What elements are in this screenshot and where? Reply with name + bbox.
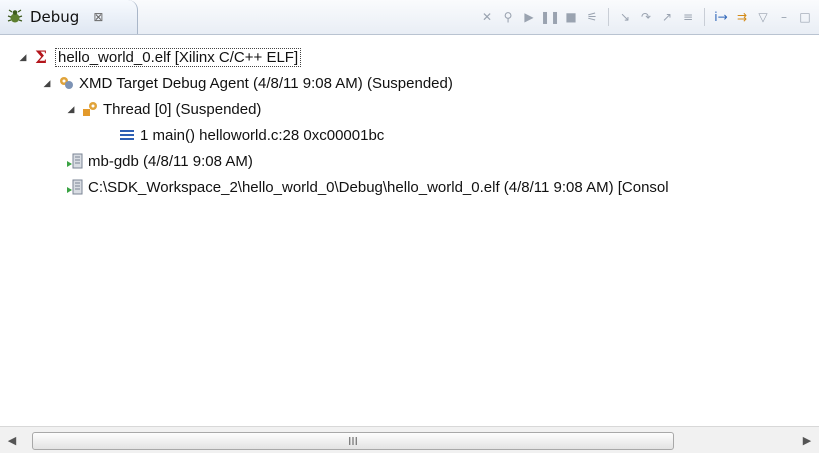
connect-icon[interactable]: ⚲ — [500, 9, 516, 25]
disconnect-icon[interactable]: ⚟ — [584, 9, 600, 25]
toolbar-separator — [608, 8, 609, 26]
tree-item-stack-frame[interactable]: 1 main() helloworld.c:28 0xc00001bc — [118, 122, 384, 148]
scroll-grip: III — [348, 434, 358, 448]
step-return-icon[interactable]: ↗ — [659, 9, 675, 25]
view-tab-bar: Debug ⊠ ✕ ⚲ ▶ ❚❚ ■ ⚟ ↘ ↷ ↗ ≡ i→ ⇉ ▽ – □ — [0, 0, 819, 35]
expand-twisty-icon[interactable]: ◢ — [66, 104, 76, 114]
tab-debug[interactable]: Debug ⊠ — [0, 0, 138, 34]
use-step-filters-icon[interactable]: ⇉ — [734, 9, 750, 25]
tree-item-label: C:\SDK_Workspace_2\hello_world_0\Debug\h… — [88, 178, 669, 196]
terminate-icon[interactable]: ■ — [563, 9, 579, 25]
tab-label: Debug — [30, 8, 80, 26]
expand-twisty-icon[interactable]: ◢ — [42, 78, 52, 88]
process-icon — [67, 153, 83, 169]
step-into-icon[interactable]: ↘ — [617, 9, 633, 25]
thread-suspended-icon — [83, 102, 97, 116]
scroll-right-icon[interactable]: ▶ — [795, 427, 819, 453]
svg-text:Σ: Σ — [35, 48, 47, 66]
resume-icon[interactable]: ▶ — [521, 9, 537, 25]
scroll-left-icon[interactable]: ◀ — [0, 427, 24, 453]
suspend-icon[interactable]: ❚❚ — [540, 9, 560, 25]
tree-item-mb-gdb[interactable]: mb-gdb (4/8/11 9:08 AM) — [66, 148, 253, 174]
view-toolbar: ✕ ⚲ ▶ ❚❚ ■ ⚟ ↘ ↷ ↗ ≡ i→ ⇉ ▽ – □ — [479, 6, 813, 28]
horizontal-scrollbar[interactable]: ◀ III ▶ — [0, 426, 819, 453]
instruction-stepping-icon[interactable]: i→ — [713, 9, 729, 25]
tree-item-elf-process[interactable]: C:\SDK_Workspace_2\hello_world_0\Debug\h… — [66, 174, 669, 200]
scroll-thumb[interactable]: III — [32, 432, 674, 450]
xilinx-sigma-icon: Σ — [35, 48, 47, 66]
debug-target-icon — [60, 77, 73, 89]
tree-item-thread[interactable]: ◢ Thread [0] (Suspended) — [66, 96, 262, 122]
step-over-icon[interactable]: ↷ — [638, 9, 654, 25]
tree-item-label: hello_world_0.elf [Xilinx C/C++ ELF] — [55, 47, 302, 67]
tree-item-debug-target[interactable]: ◢ XMD Target Debug Agent (4/8/11 9:08 AM… — [42, 70, 453, 96]
view-menu-icon[interactable]: ▽ — [755, 9, 771, 25]
tree-item-label: XMD Target Debug Agent (4/8/11 9:08 AM) … — [79, 74, 453, 92]
debug-bug-icon — [7, 9, 23, 23]
tree-item-label: 1 main() helloworld.c:28 0xc00001bc — [140, 126, 385, 144]
expand-twisty-icon[interactable]: ◢ — [18, 52, 28, 62]
tree-item-label: mb-gdb (4/8/11 9:08 AM) — [88, 152, 253, 170]
remove-all-terminated-icon[interactable]: ✕ — [479, 9, 495, 25]
toolbar-separator — [704, 8, 705, 26]
close-icon[interactable]: ⊠ — [93, 10, 103, 24]
drop-to-frame-icon[interactable]: ≡ — [680, 9, 696, 25]
tree-item-elf[interactable]: ◢ Σ hello_world_0.elf [Xilinx C/C++ ELF] — [18, 44, 302, 70]
process-icon — [67, 179, 83, 195]
maximize-icon[interactable]: □ — [797, 9, 813, 25]
stack-frame-icon — [120, 130, 134, 140]
tree-item-label: Thread [0] (Suspended) — [103, 100, 262, 118]
minimize-icon[interactable]: – — [776, 9, 792, 25]
debug-tree[interactable]: ◢ Σ hello_world_0.elf [Xilinx C/C++ ELF]… — [0, 42, 819, 422]
